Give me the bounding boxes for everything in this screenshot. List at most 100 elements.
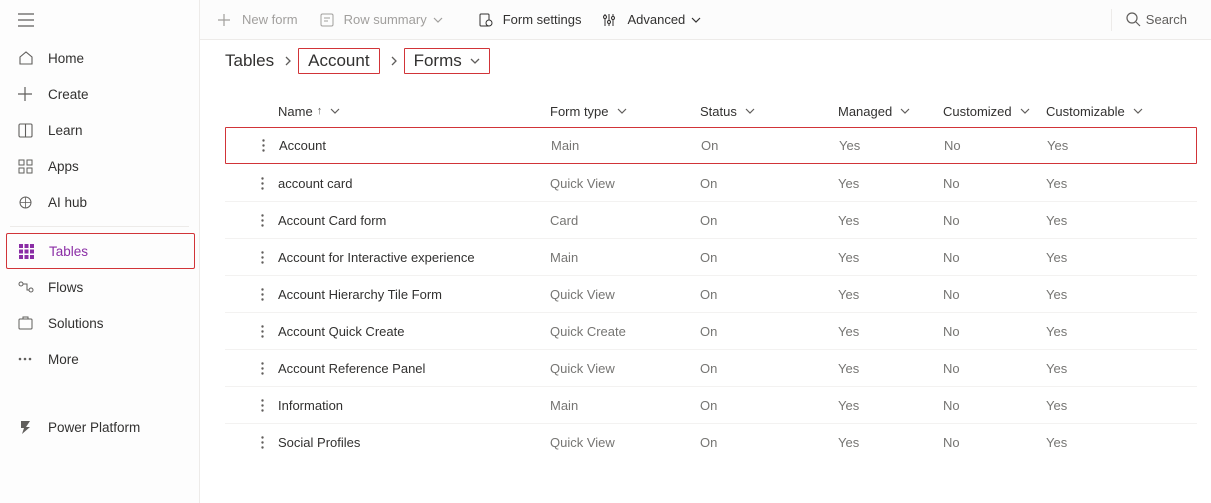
col-label: Customized [943, 104, 1012, 119]
form-name-link[interactable]: Account Quick Create [278, 324, 550, 339]
customized-value: No [943, 324, 1046, 339]
form-name-link[interactable]: account card [278, 176, 550, 191]
managed-value: Yes [838, 324, 943, 339]
customized-value: No [943, 361, 1046, 376]
row-actions-button[interactable] [225, 436, 278, 449]
form-settings-icon [479, 13, 497, 27]
status-value: On [700, 176, 838, 191]
hamburger-icon [18, 13, 34, 27]
col-managed[interactable]: Managed [838, 104, 943, 119]
forms-table: Name ↑ Form type Status Managed Customiz… [225, 95, 1197, 460]
hamburger-button[interactable] [0, 0, 199, 40]
row-actions-button[interactable] [225, 251, 278, 264]
managed-value: Yes [838, 213, 943, 228]
chevron-right-icon [390, 56, 398, 66]
new-form-button: New form [218, 12, 298, 27]
cmd-label: Form settings [503, 12, 582, 27]
form-type-value: Quick View [550, 435, 700, 450]
chevron-right-icon [284, 56, 292, 66]
home-icon [18, 50, 48, 66]
customized-value: No [943, 176, 1046, 191]
row-actions-button[interactable] [225, 362, 278, 375]
row-actions-button[interactable] [225, 288, 278, 301]
customizable-value: Yes [1046, 361, 1156, 376]
col-name[interactable]: Name ↑ [225, 104, 550, 119]
managed-value: Yes [838, 435, 943, 450]
sidebar-item-solutions[interactable]: Solutions [0, 305, 199, 341]
form-type-value: Quick Create [550, 324, 700, 339]
col-label: Managed [838, 104, 892, 119]
form-settings-button[interactable]: Form settings [479, 12, 582, 27]
form-name-link[interactable]: Account for Interactive experience [278, 250, 550, 265]
customized-value: No [943, 287, 1046, 302]
col-label: Customizable [1046, 104, 1125, 119]
status-value: On [700, 213, 838, 228]
row-actions-button[interactable] [225, 325, 278, 338]
row-summary-icon [320, 13, 338, 27]
crumb-account[interactable]: Account [298, 48, 379, 74]
sidebar-label: Power Platform [48, 420, 140, 435]
form-name-link[interactable]: Account Card form [278, 213, 550, 228]
form-name-link[interactable]: Account [279, 138, 551, 153]
sidebar-item-flows[interactable]: Flows [0, 269, 199, 305]
sidebar-item-learn[interactable]: Learn [0, 112, 199, 148]
crumb-forms[interactable]: Forms [404, 48, 490, 74]
table-row[interactable]: Account Card formCardOnYesNoYes [225, 201, 1197, 238]
table-row[interactable]: Account Hierarchy Tile FormQuick ViewOnY… [225, 275, 1197, 312]
chevron-down-icon [330, 108, 340, 114]
form-name-link[interactable]: Account Reference Panel [278, 361, 550, 376]
form-name-link[interactable]: Social Profiles [278, 435, 550, 450]
col-form-type[interactable]: Form type [550, 104, 700, 119]
command-bar: New form Row summary Form settings Advan… [200, 0, 1211, 40]
sidebar: Home Create Learn Apps AI hub Tables Flo… [0, 0, 200, 503]
col-customizable[interactable]: Customizable [1046, 104, 1156, 119]
col-status[interactable]: Status [700, 104, 838, 119]
sidebar-item-tables[interactable]: Tables [6, 233, 195, 269]
sidebar-item-create[interactable]: Create [0, 76, 199, 112]
table-row[interactable]: Social ProfilesQuick ViewOnYesNoYes [225, 423, 1197, 460]
form-name-link[interactable]: Account Hierarchy Tile Form [278, 287, 550, 302]
sidebar-item-apps[interactable]: Apps [0, 148, 199, 184]
form-type-value: Card [550, 213, 700, 228]
customized-value: No [943, 398, 1046, 413]
col-customized[interactable]: Customized [943, 104, 1046, 119]
row-summary-button: Row summary [320, 12, 457, 27]
sidebar-label: Create [48, 87, 89, 102]
crumb-tables[interactable]: Tables [225, 51, 274, 71]
sidebar-divider [10, 226, 189, 227]
status-value: On [700, 398, 838, 413]
sidebar-item-power-platform[interactable]: Power Platform [0, 409, 199, 445]
table-row[interactable]: Account Quick CreateQuick CreateOnYesNoY… [225, 312, 1197, 349]
customizable-value: Yes [1046, 287, 1156, 302]
sidebar-item-ai-hub[interactable]: AI hub [0, 184, 199, 220]
sidebar-item-more[interactable]: More [0, 341, 199, 377]
table-row[interactable]: Account for Interactive experienceMainOn… [225, 238, 1197, 275]
search-icon [1126, 12, 1146, 27]
sidebar-item-home[interactable]: Home [0, 40, 199, 76]
cmd-label: Row summary [344, 12, 427, 27]
advanced-icon [603, 13, 621, 27]
search-button[interactable]: Search [1111, 9, 1211, 31]
power-platform-icon [18, 420, 48, 435]
crumb-label: Account [308, 51, 369, 71]
chevron-down-icon [470, 58, 480, 64]
ai-icon [18, 195, 48, 210]
more-icon [18, 357, 48, 361]
book-icon [18, 123, 48, 138]
table-row[interactable]: AccountMainOnYesNoYes [225, 127, 1197, 164]
row-actions-button[interactable] [225, 177, 278, 190]
customizable-value: Yes [1047, 138, 1157, 153]
table-row[interactable]: account cardQuick ViewOnYesNoYes [225, 164, 1197, 201]
table-row[interactable]: InformationMainOnYesNoYes [225, 386, 1197, 423]
customized-value: No [944, 138, 1047, 153]
sort-asc-icon: ↑ [317, 105, 323, 117]
status-value: On [701, 138, 839, 153]
advanced-button[interactable]: Advanced [603, 12, 715, 27]
row-actions-button[interactable] [226, 139, 279, 152]
row-actions-button[interactable] [225, 399, 278, 412]
row-actions-button[interactable] [225, 214, 278, 227]
solutions-icon [18, 316, 48, 331]
form-name-link[interactable]: Information [278, 398, 550, 413]
sidebar-label: Learn [48, 123, 83, 138]
table-row[interactable]: Account Reference PanelQuick ViewOnYesNo… [225, 349, 1197, 386]
